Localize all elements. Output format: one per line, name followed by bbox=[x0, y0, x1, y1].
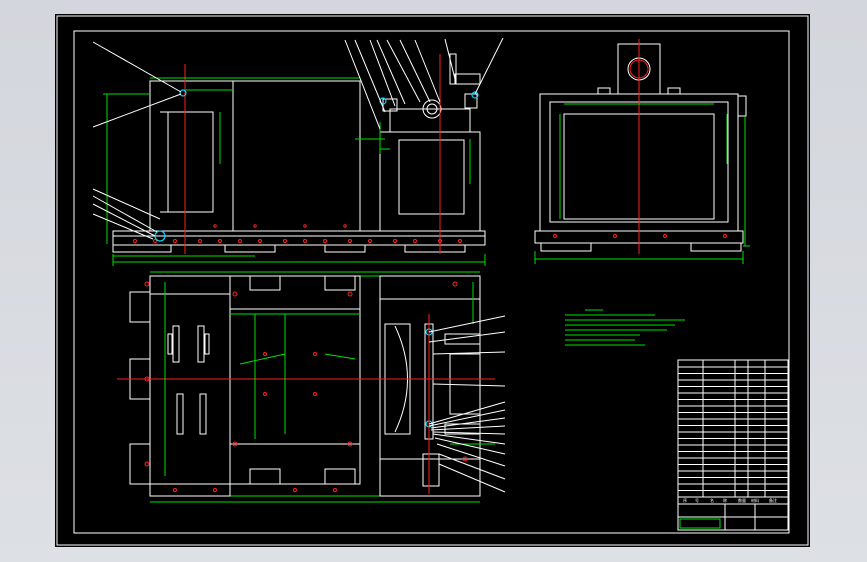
tb-label-3: 名 bbox=[710, 497, 714, 503]
plan-view bbox=[117, 271, 506, 503]
plan-frame-middle bbox=[229, 308, 361, 445]
base-bolt-holes bbox=[133, 224, 462, 243]
tb-label-7: 备注 bbox=[769, 497, 777, 503]
title-block-labels: 序 号 名 称 数量 材料 备注 bbox=[683, 497, 777, 503]
technical-notes bbox=[565, 309, 685, 346]
frame-body-left bbox=[149, 80, 361, 232]
tb-label-1: 序 bbox=[683, 497, 687, 503]
base-foot-left bbox=[112, 244, 172, 253]
cad-drawing: 序 号 名 称 数量 材料 备注 bbox=[56, 15, 809, 546]
tb-label-5: 数量 bbox=[738, 497, 746, 503]
cad-viewport: 序 号 名 称 数量 材料 备注 bbox=[0, 0, 867, 562]
tb-label-4: 称 bbox=[723, 497, 727, 503]
frame-body-right bbox=[379, 131, 481, 232]
drawing-sheet: 序 号 名 称 数量 材料 备注 bbox=[55, 14, 810, 547]
tb-label-2: 号 bbox=[695, 497, 699, 503]
plan-bolt-holes bbox=[144, 281, 468, 492]
side-view bbox=[534, 39, 750, 264]
front-view-leaders bbox=[92, 37, 504, 240]
parts-list bbox=[677, 359, 789, 531]
outer-border bbox=[56, 15, 809, 546]
tb-label-6: 材料 bbox=[751, 497, 759, 503]
frame-window-right bbox=[398, 139, 465, 215]
plan-leaders bbox=[428, 315, 506, 493]
gearbox-housing bbox=[389, 108, 471, 133]
frame-window-left bbox=[167, 111, 214, 213]
guide-rail-1 bbox=[172, 325, 180, 363]
plan-dimensions bbox=[150, 271, 495, 503]
plan-frame-left bbox=[149, 293, 231, 485]
front-view bbox=[92, 37, 504, 266]
base-plate bbox=[112, 230, 486, 246]
